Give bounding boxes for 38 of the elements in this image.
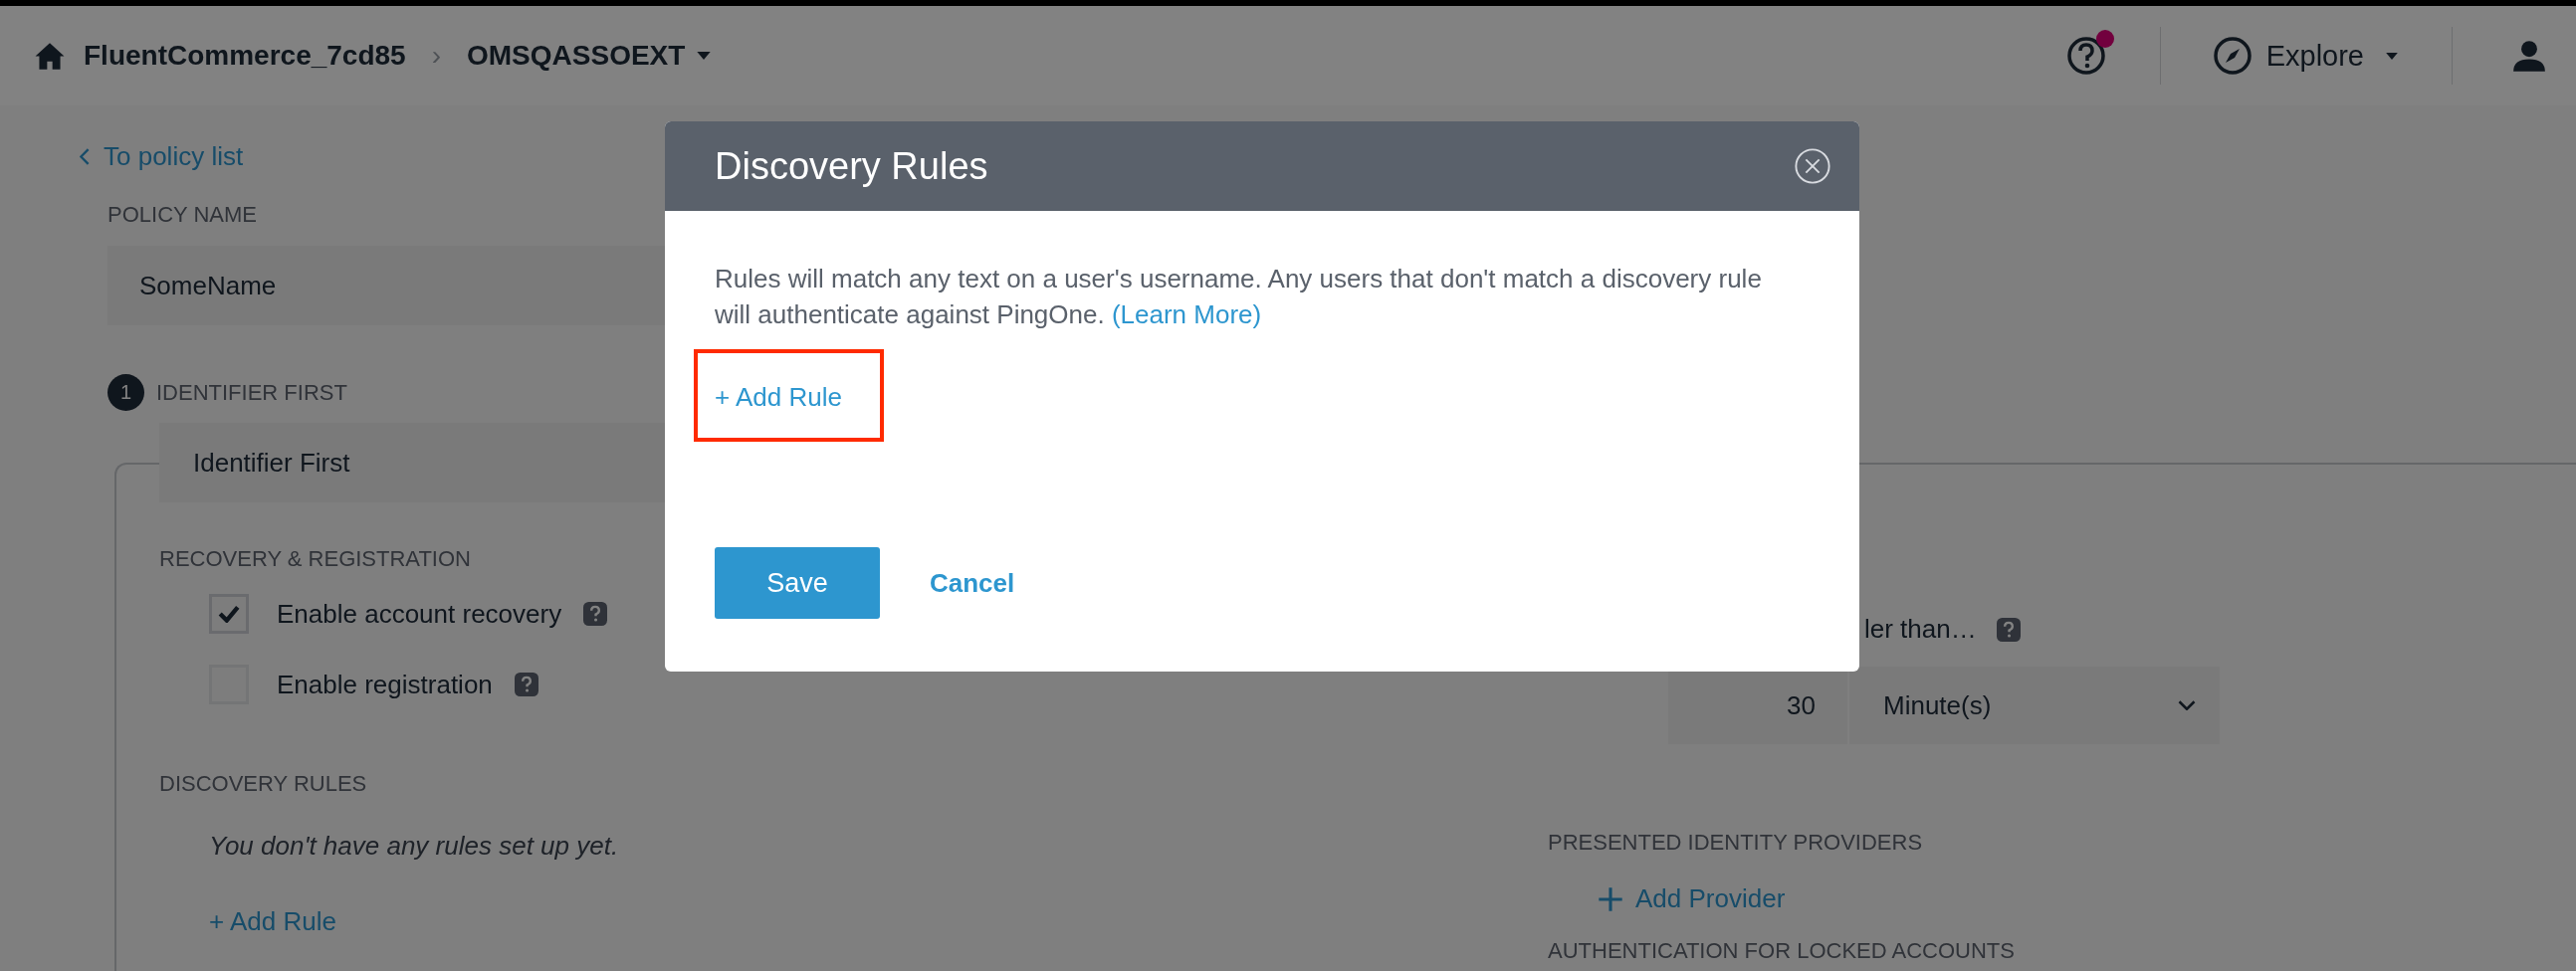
section-title: DISCOVERY RULES — [159, 771, 367, 797]
help-icon[interactable] — [514, 673, 538, 696]
section-title: RECOVERY & REGISTRATION — [159, 546, 471, 572]
home-icon[interactable] — [34, 41, 66, 71]
empty-message: You don't have any rules set up yet. — [209, 831, 620, 862]
user-icon[interactable] — [2512, 39, 2546, 73]
add-rule-link[interactable]: + Add Rule — [209, 906, 336, 937]
chevron-icon — [2178, 700, 2196, 710]
step-title: IDENTIFIER FIRST — [156, 379, 347, 406]
save-button[interactable]: Save — [715, 547, 880, 619]
step-number: 1 — [107, 374, 144, 411]
help-icon[interactable] — [1996, 617, 2021, 642]
section-title: PRESENTED IDENTITY PROVIDERS — [1548, 830, 1923, 856]
add-rule-link[interactable]: + Add Rule — [715, 382, 842, 412]
compass-icon[interactable] — [2212, 36, 2253, 76]
unit-dropdown[interactable]: Minute(s) — [1849, 667, 2220, 744]
caret-icon[interactable] — [2386, 52, 2398, 60]
dialog-title: Discovery Rules — [715, 144, 988, 188]
organization-name[interactable]: FluentCommerce_7cd85 — [84, 40, 406, 72]
checkbox[interactable] — [209, 594, 249, 634]
help-icon[interactable] — [2065, 36, 2106, 76]
check-icon — [218, 605, 240, 623]
back-link[interactable]: To policy list — [80, 141, 244, 172]
cancel-button[interactable]: Cancel — [910, 567, 1035, 599]
chevron-icon — [80, 148, 90, 165]
environment-name[interactable]: OMSQASSOEXT — [467, 40, 686, 72]
explore-menu[interactable]: Explore — [2265, 39, 2364, 73]
checkbox-label: Enable account recovery — [277, 598, 562, 630]
checkbox-label: Enable registration — [277, 669, 493, 700]
breadcrumb-separator: › — [431, 40, 441, 72]
help-icon[interactable] — [583, 602, 608, 626]
plus-icon[interactable] — [1598, 885, 1623, 912]
setting-label: ler than… — [1864, 614, 1977, 645]
caret-icon[interactable] — [697, 52, 712, 60]
close-icon[interactable] — [1794, 147, 1831, 185]
add-provider-link[interactable]: Add Provider — [1635, 883, 1786, 914]
field-label: POLICY NAME — [107, 202, 257, 228]
section-title: AUTHENTICATION FOR LOCKED ACCOUNTS — [1548, 938, 2015, 964]
